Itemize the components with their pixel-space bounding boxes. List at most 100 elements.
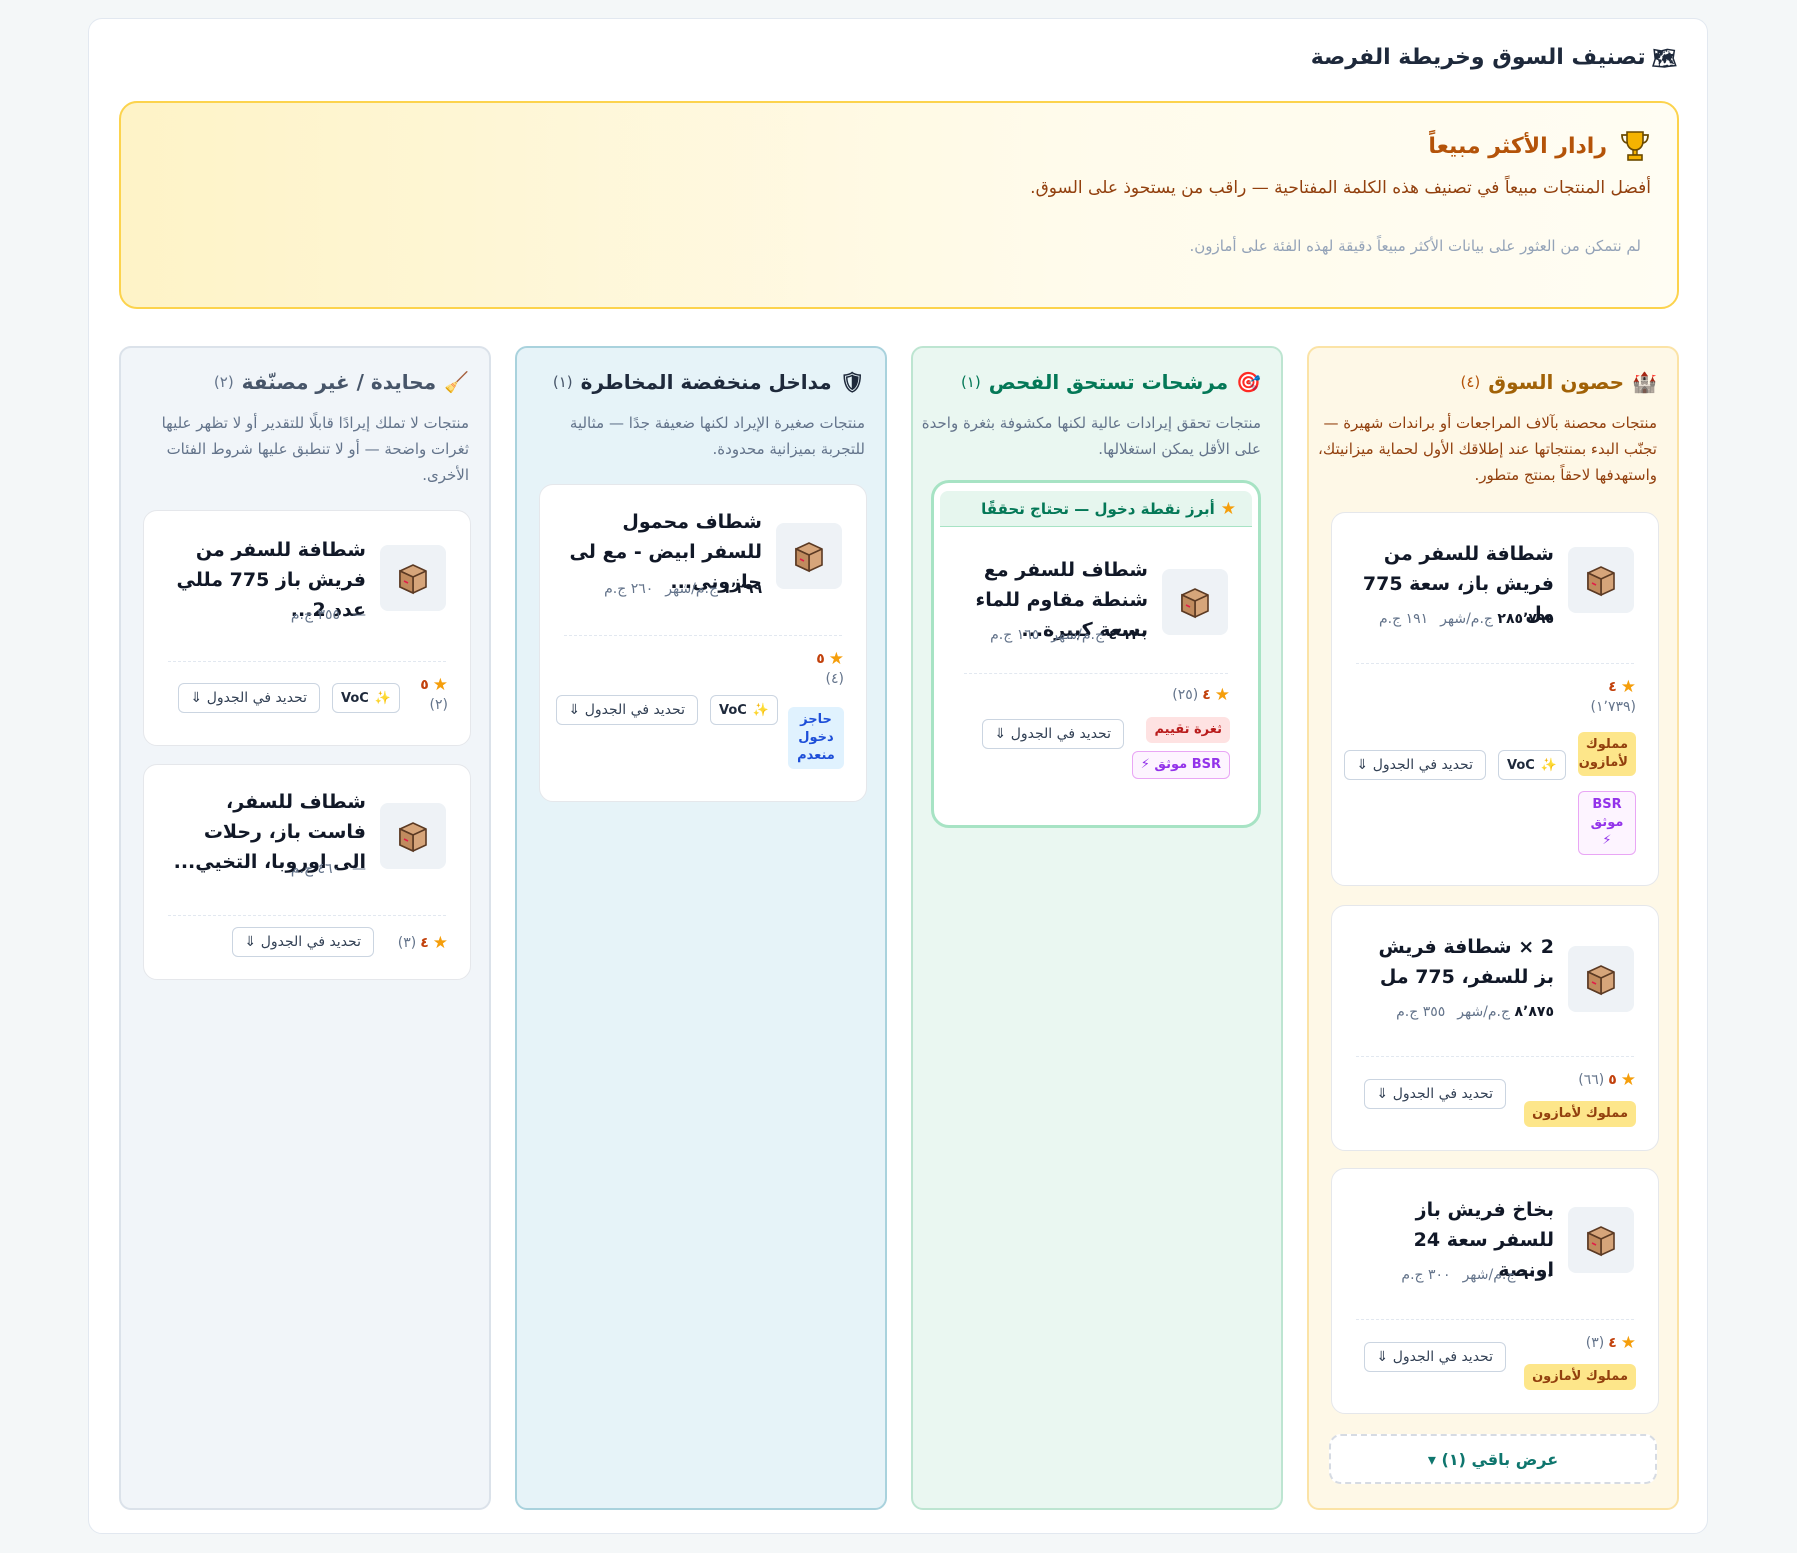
voc-button[interactable]: ✨ VoC bbox=[709, 695, 778, 725]
product-thumbnail bbox=[1568, 547, 1634, 613]
rating-score: ٤ bbox=[1202, 687, 1211, 703]
star-icon: ★ bbox=[1214, 685, 1230, 705]
column-header: 🎯 مرشحات تستحق الفحص (١) bbox=[961, 370, 1261, 394]
product-thumbnail bbox=[1568, 1207, 1634, 1273]
star-icon: ★ bbox=[432, 933, 448, 953]
product-price: ١٦٥ ج.م bbox=[990, 627, 1040, 643]
monthly-revenue: ٢٨٥٬٧٩٥ bbox=[1497, 611, 1554, 627]
column-count: (٤) bbox=[1460, 373, 1481, 391]
package-icon bbox=[1584, 563, 1618, 597]
locate-in-table-button[interactable]: تحديد في الجدول ⇓ bbox=[177, 683, 320, 713]
product-meta: ٦٠٠٠ ج.م/شهر ٣٠٠ ج.م bbox=[1401, 1267, 1554, 1283]
rating-score: ٥ bbox=[1608, 1072, 1617, 1088]
column-description: منتجات محصنة بآلاف المراجعات أو براندات … bbox=[1317, 414, 1657, 484]
column-count: (١) bbox=[552, 373, 573, 391]
product-price: ١٩١ ج.م bbox=[1379, 611, 1429, 627]
product-title: 2 × شطافة فريش بز للسفر، 775 مل bbox=[1378, 936, 1554, 988]
product-thumbnail bbox=[1568, 946, 1634, 1012]
monthly-revenue: ٦٠٠٠ bbox=[1519, 1267, 1554, 1283]
card-divider bbox=[168, 661, 446, 662]
rating-gap-badge: ثغرة تقييم bbox=[1146, 717, 1230, 743]
product-card: شطاف للسفر، فاست باز، رحلات الى اوروبا، … bbox=[143, 764, 471, 980]
card-divider bbox=[168, 915, 446, 916]
column-count: (١) bbox=[960, 373, 981, 391]
amazon-owned-badge: مملوك لأمازون bbox=[1524, 1364, 1636, 1390]
review-count: (٦٦) bbox=[1578, 1072, 1605, 1088]
locate-in-table-button[interactable]: تحديد في الجدول ⇓ bbox=[981, 719, 1124, 749]
product-card: شطافة للسفر من فريش باز 775 مللي عدد 2..… bbox=[143, 510, 471, 746]
monthly-revenue: ٤٬١٢٠ bbox=[1108, 627, 1149, 643]
product-meta: ١٬٢٩٩ ج.م/شهر ٢٦٠ ج.م bbox=[604, 581, 762, 597]
rating: ★ ٥ (٢) bbox=[420, 675, 448, 713]
package-icon bbox=[792, 539, 826, 573]
shield-icon: 🛡 bbox=[839, 370, 865, 394]
voc-button[interactable]: ✨ VoC bbox=[1497, 750, 1566, 780]
product-card: شطاف للسفر مع شنطة مقاوم للماء بسعة كبير… bbox=[940, 533, 1252, 819]
card-divider bbox=[1356, 663, 1634, 664]
product-price: ٢٦٠ ج.م bbox=[604, 581, 654, 597]
star-icon: ★ bbox=[828, 649, 844, 669]
package-icon bbox=[1584, 962, 1618, 996]
package-icon bbox=[1584, 1223, 1618, 1257]
package-icon bbox=[396, 561, 430, 595]
product-meta: ٢٨٥٬٧٩٥ ج.م/شهر ١٩١ ج.م bbox=[1379, 611, 1554, 627]
column-market-fortresses: 🏰 حصون السوق (٤) منتجات محصنة بآلاف المر… bbox=[1307, 346, 1679, 1510]
product-thumbnail bbox=[1162, 569, 1228, 635]
rating-score: ٤ bbox=[420, 935, 429, 951]
package-icon bbox=[396, 819, 430, 853]
locate-in-table-button[interactable]: تحديد في الجدول ⇓ bbox=[231, 927, 374, 957]
locate-in-table-button[interactable]: تحديد في الجدول ⇓ bbox=[1363, 1342, 1506, 1372]
star-icon: ★ bbox=[1620, 1070, 1636, 1090]
column-description: منتجات لا تملك إيرادًا قابلًا للتقدير أو… bbox=[161, 414, 469, 484]
star-icon: ★ bbox=[1620, 1333, 1636, 1353]
revenue-unit: ج.م/شهر bbox=[1440, 611, 1493, 627]
radar-subtitle: أفضل المنتجات مبيعاً في تصنيف هذه الكلمة… bbox=[1030, 178, 1651, 198]
star-icon: ★ bbox=[432, 675, 448, 695]
column-header: 🏰 حصون السوق (٤) bbox=[1460, 370, 1657, 394]
target-icon: 🎯 bbox=[1236, 370, 1261, 394]
locate-in-table-button[interactable]: تحديد في الجدول ⇓ bbox=[1343, 750, 1486, 780]
product-card: بخاخ فريش باز للسفر سعة 24 اونصة ٦٠٠٠ ج.… bbox=[1331, 1168, 1659, 1414]
column-title: حصون السوق bbox=[1488, 370, 1625, 394]
card-divider bbox=[1356, 1056, 1634, 1057]
locate-in-table-button[interactable]: تحديد في الجدول ⇓ bbox=[555, 695, 698, 725]
product-meta: ٨٬٨٧٥ ج.م/شهر ٣٥٥ ج.م bbox=[1396, 1004, 1554, 1020]
column-low-risk-entries: 🛡 مداخل منخفضة المخاطرة (١) منتجات صغيرة… bbox=[515, 346, 887, 1510]
monthly-revenue: — bbox=[352, 861, 366, 877]
rating-score: ٤ bbox=[1608, 679, 1617, 695]
column-title: مداخل منخفضة المخاطرة bbox=[580, 370, 832, 394]
review-count: (٣) bbox=[1585, 1335, 1605, 1351]
column-description: منتجات تحقق إيرادات عالية لكنها مكشوفة ب… bbox=[921, 414, 1261, 458]
locate-in-table-button[interactable]: تحديد في الجدول ⇓ bbox=[1363, 1079, 1506, 1109]
castle-icon: 🏰 bbox=[1632, 370, 1657, 394]
column-description: منتجات صغيرة الإيراد لكنها ضعيفة جدًا — … bbox=[569, 414, 865, 458]
world-map-icon: 🗺 bbox=[1651, 45, 1677, 70]
radar-header: رادار الأكثر مبيعاً bbox=[1428, 129, 1651, 163]
magic-wand-icon: ✨ bbox=[1540, 757, 1557, 773]
card-divider bbox=[1356, 1319, 1634, 1320]
product-meta: — ٣٥٥ ج.م bbox=[291, 607, 366, 623]
review-count: (٣) bbox=[397, 935, 417, 951]
package-icon bbox=[1178, 585, 1212, 619]
product-thumbnail bbox=[776, 523, 842, 589]
bsr-verified-badge: BSR موثق ⚡ bbox=[1578, 791, 1636, 855]
product-meta: ٤٬١٢٠ ج.م/شهر ١٦٥ ج.م bbox=[990, 627, 1148, 643]
show-more-button[interactable]: عرض باقي (١) ▾ bbox=[1329, 1434, 1657, 1484]
rating: ★ ٤ (٣) bbox=[1586, 1333, 1636, 1353]
product-card: شطافة للسفر من فريش باز، سعة 775 مل ٢٨٥٬… bbox=[1331, 512, 1659, 886]
product-card: شطاف محمول للسفر ابيض - مع لى حازونى... … bbox=[539, 484, 867, 802]
magic-wand-icon: ✨ bbox=[374, 690, 391, 706]
rating: ★ ٤ (٢٥) bbox=[1172, 685, 1230, 705]
voc-button[interactable]: ✨ VoC bbox=[331, 683, 400, 713]
market-classification-panel: 🗺 تصنيف السوق وخريطة الفرصة رادار الأكثر… bbox=[88, 18, 1708, 1534]
panel-title: 🗺 تصنيف السوق وخريطة الفرصة bbox=[1311, 45, 1677, 70]
revenue-unit: ج.م/شهر bbox=[1462, 1267, 1516, 1283]
product-price: ٣٥٥ ج.م bbox=[290, 607, 340, 623]
card-divider bbox=[564, 635, 842, 636]
product-card: 2 × شطافة فريش بز للسفر، 775 مل ٨٬٨٧٥ ج.… bbox=[1331, 905, 1659, 1151]
product-meta: — ٤٦٠ ج.م bbox=[291, 861, 366, 877]
featured-entry-card: ★ أبرز نقطة دخول — تحتاج تحققًا شطاف للس… bbox=[931, 480, 1261, 828]
product-thumbnail bbox=[380, 803, 446, 869]
rating: ★ ٤ (١٬٧٣٩) bbox=[1591, 677, 1636, 715]
product-price: ٤٦٠ ج.م bbox=[290, 861, 340, 877]
